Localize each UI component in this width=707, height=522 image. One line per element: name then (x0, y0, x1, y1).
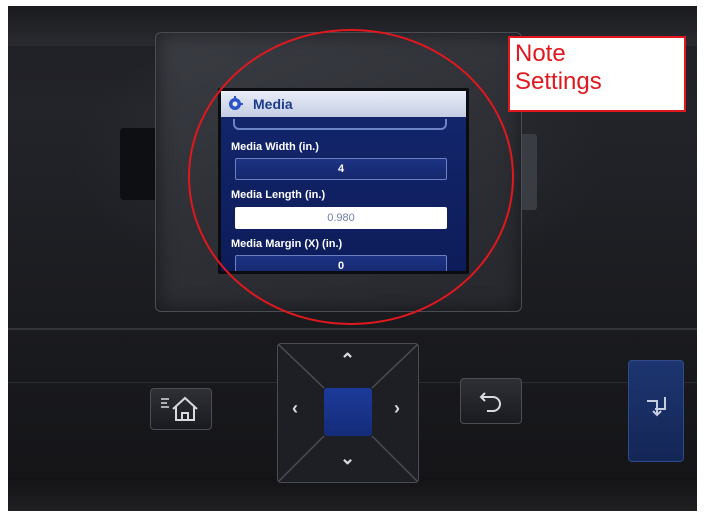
ok-button[interactable] (324, 388, 372, 436)
note-line-1: Note (515, 40, 566, 67)
panel-seam (8, 328, 697, 330)
highlight-ellipse (188, 29, 514, 325)
note-line-2: Settings (515, 68, 602, 95)
chevron-left-icon[interactable]: ‹ (292, 398, 298, 419)
home-icon (161, 396, 198, 421)
chevron-right-icon[interactable]: › (394, 398, 400, 419)
back-arrow-icon (479, 392, 501, 412)
chevron-up-icon[interactable]: ⌃ (340, 350, 355, 371)
feed-icon (647, 397, 666, 417)
navigation-pad: ⌃ ⌄ ‹ › (277, 343, 419, 483)
home-button[interactable] (150, 388, 212, 430)
note-callout: Note Settings (508, 36, 686, 112)
feed-button[interactable] (628, 360, 684, 462)
back-button[interactable] (460, 378, 522, 424)
chevron-down-icon[interactable]: ⌄ (340, 448, 355, 469)
